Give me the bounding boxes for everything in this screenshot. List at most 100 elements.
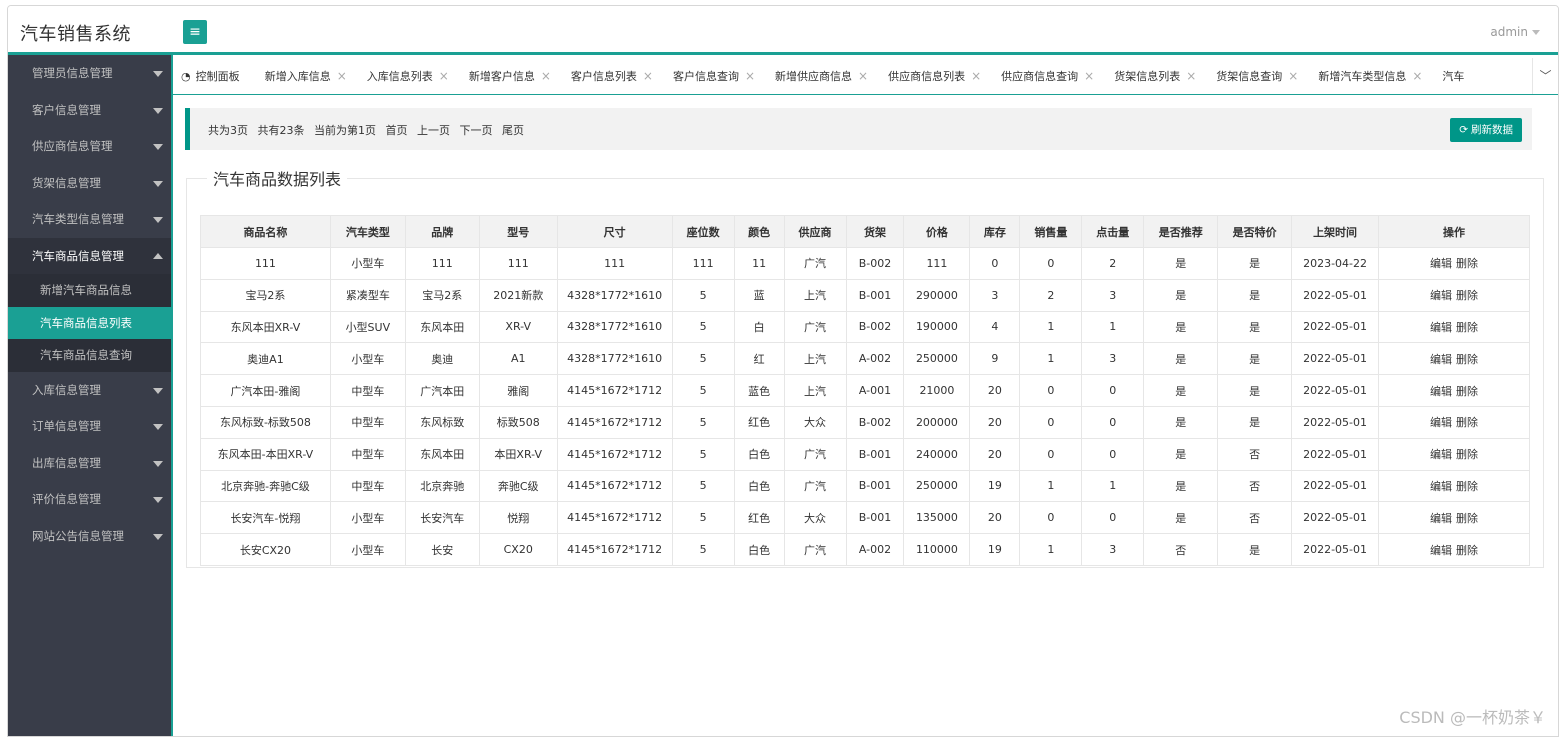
table-cell: 东风标致-标致508: [200, 405, 331, 439]
sidebar-item[interactable]: 货架信息管理: [8, 165, 173, 202]
table-cell: 5: [671, 437, 735, 471]
row-actions: 编辑 删除: [1378, 342, 1530, 376]
close-icon[interactable]: ×: [1412, 69, 1422, 83]
delete-link[interactable]: 删除: [1456, 416, 1478, 429]
table-cell: 否: [1217, 437, 1293, 471]
user-menu[interactable]: admin: [1490, 25, 1540, 39]
tab[interactable]: 货架信息查询 ×: [1206, 58, 1308, 94]
tab[interactable]: 入库信息列表 ×: [357, 58, 459, 94]
table-cell: 5: [671, 533, 735, 566]
table-cell: 290000: [903, 278, 971, 312]
delete-link[interactable]: 删除: [1456, 448, 1478, 461]
row-actions: 编辑 删除: [1378, 501, 1530, 535]
edit-link[interactable]: 编辑: [1430, 512, 1452, 525]
tab[interactable]: 供应商信息列表 ×: [878, 58, 991, 94]
app-title: 汽车销售系统: [20, 24, 131, 45]
close-icon[interactable]: ×: [643, 69, 653, 83]
close-icon[interactable]: ×: [337, 69, 347, 83]
close-icon[interactable]: ×: [439, 69, 449, 83]
close-icon[interactable]: ×: [541, 69, 551, 83]
delete-link[interactable]: 删除: [1456, 289, 1478, 302]
edit-link[interactable]: 编辑: [1430, 289, 1452, 302]
tab[interactable]: 汽车: [1432, 59, 1474, 94]
sidebar-subitem[interactable]: 新增汽车商品信息: [8, 274, 173, 307]
last-page-link[interactable]: 尾页: [502, 124, 524, 137]
table-header-row: 商品名称 汽车类型 品牌 型号 尺寸 座位数 颜色 供应商 货架 价格 库存 销售量 点击量 是否推荐 是否…: [200, 215, 1530, 248]
sidebar-subitem[interactable]: 汽车商品信息查询: [8, 339, 173, 372]
table-cell: A-002: [845, 342, 905, 376]
table-cell: 大众: [783, 405, 847, 439]
sidebar-item[interactable]: 出库信息管理: [8, 445, 173, 482]
delete-link[interactable]: 删除: [1456, 512, 1478, 525]
delete-link[interactable]: 删除: [1456, 321, 1478, 334]
tab-label: 供应商信息查询: [1001, 70, 1079, 83]
table-cell: 东风本田XR-V: [200, 310, 331, 344]
sidebar-item[interactable]: 客户信息管理: [8, 92, 173, 129]
sidebar-item-label: 出库信息管理: [32, 455, 101, 470]
sidebar-item[interactable]: 网站公告信息管理: [8, 518, 173, 555]
sidebar-item[interactable]: 评价信息管理: [8, 481, 173, 518]
sidebar-item[interactable]: 订单信息管理: [8, 408, 173, 445]
table-cell: 111: [556, 247, 673, 280]
edit-link[interactable]: 编辑: [1430, 385, 1452, 398]
table-cell: 中型车: [329, 405, 406, 439]
sidebar-item[interactable]: 汽车类型信息管理: [8, 201, 173, 238]
caret-down-icon: [153, 497, 163, 503]
table-cell: 是: [1217, 533, 1293, 566]
sidebar-item[interactable]: 入库信息管理: [8, 372, 173, 409]
menu-toggle-button[interactable]: ≡: [183, 20, 207, 44]
table-cell: 2022-05-01: [1291, 405, 1380, 439]
edit-link[interactable]: 编辑: [1430, 480, 1452, 493]
row-actions: 编辑 删除: [1378, 278, 1530, 312]
refresh-button[interactable]: ⟳ 刷新数据: [1450, 118, 1522, 142]
close-icon[interactable]: ×: [745, 69, 755, 83]
table-cell: 240000: [903, 437, 971, 471]
tab[interactable]: 货架信息列表 ×: [1104, 58, 1206, 94]
close-icon[interactable]: ×: [971, 69, 981, 83]
tab[interactable]: 新增供应商信息 ×: [765, 58, 878, 94]
tab[interactable]: 新增客户信息 ×: [459, 58, 561, 94]
edit-link[interactable]: 编辑: [1430, 416, 1452, 429]
close-icon[interactable]: ×: [858, 69, 868, 83]
prev-page-link[interactable]: 上一页: [417, 124, 450, 137]
close-icon[interactable]: ×: [1084, 69, 1094, 83]
table-cell: 否: [1217, 501, 1293, 535]
table-cell: 长安汽车-悦翔: [200, 501, 331, 535]
table-row: 东风标致-标致508 中型车 东风标致 标致508 4145*1672*1712 5 红色大…: [200, 405, 1530, 439]
sidebar-item[interactable]: 汽车商品信息管理: [8, 237, 173, 274]
table-cell: 0: [1081, 501, 1145, 535]
close-icon[interactable]: ×: [1288, 69, 1298, 83]
tab[interactable]: 新增入库信息 ×: [255, 58, 357, 94]
table-cell: A-002: [845, 533, 905, 566]
table-cell: 111: [903, 247, 971, 280]
edit-link[interactable]: 编辑: [1430, 321, 1452, 334]
column-header: 商品名称: [200, 215, 331, 248]
table-cell: 2022-05-01: [1291, 437, 1380, 471]
edit-link[interactable]: 编辑: [1430, 544, 1452, 557]
sidebar-item[interactable]: 供应商信息管理: [8, 128, 173, 165]
delete-link[interactable]: 删除: [1456, 480, 1478, 493]
tab[interactable]: 供应商信息查询 ×: [991, 58, 1104, 94]
table-cell: 长安: [404, 533, 480, 566]
edit-link[interactable]: 编辑: [1430, 353, 1452, 366]
table-cell: B-002: [845, 247, 905, 280]
edit-link[interactable]: 编辑: [1430, 448, 1452, 461]
tab-label: 供应商信息列表: [888, 70, 966, 83]
sidebar-subitem[interactable]: 汽车商品信息列表: [8, 306, 173, 339]
table-cell: 宝马2系: [200, 278, 331, 312]
column-header: 型号: [478, 215, 558, 248]
tab-dashboard[interactable]: ◔ 控制面板: [173, 59, 250, 94]
delete-link[interactable]: 删除: [1456, 544, 1478, 557]
tab[interactable]: 客户信息查询 ×: [663, 58, 765, 94]
chevron-down-icon[interactable]: ﹀: [1532, 58, 1558, 94]
tab[interactable]: 客户信息列表 ×: [561, 58, 663, 94]
sidebar-item[interactable]: 管理员信息管理: [8, 55, 173, 92]
tab[interactable]: 新增汽车类型信息 ×: [1308, 58, 1432, 94]
delete-link[interactable]: 删除: [1456, 353, 1478, 366]
first-page-link[interactable]: 首页: [386, 124, 408, 137]
delete-link[interactable]: 删除: [1456, 385, 1478, 398]
close-icon[interactable]: ×: [1186, 69, 1196, 83]
next-page-link[interactable]: 下一页: [460, 124, 493, 137]
edit-link[interactable]: 编辑: [1430, 257, 1452, 270]
delete-link[interactable]: 删除: [1456, 257, 1478, 270]
